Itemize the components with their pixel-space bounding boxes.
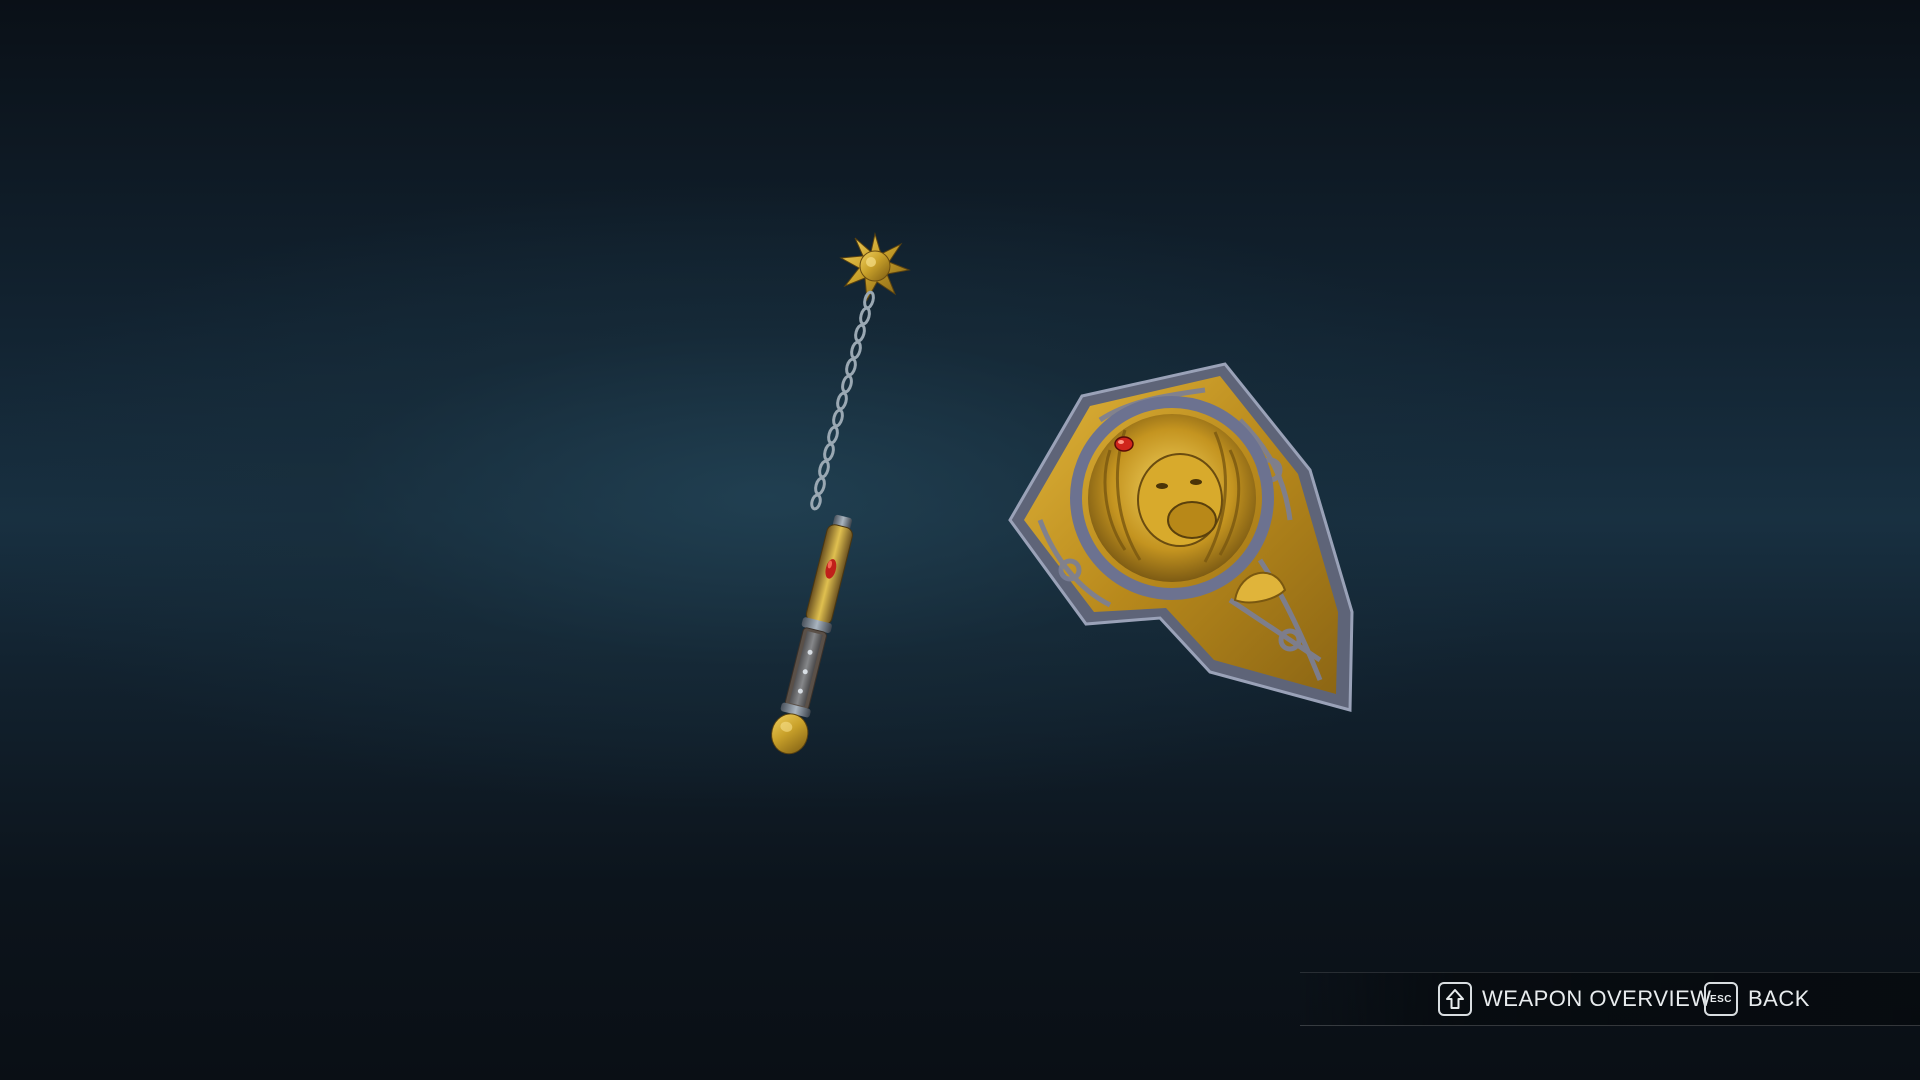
esc-key-label: ESC xyxy=(1709,993,1733,1005)
lion-shield-weapon xyxy=(1008,362,1354,712)
flail-weapon xyxy=(771,232,911,755)
flail-chain xyxy=(810,290,875,511)
shift-key-icon xyxy=(1438,982,1472,1016)
weapon-overview-label: WEAPON OVERVIEW xyxy=(1482,986,1712,1011)
back-label: BACK xyxy=(1748,986,1810,1011)
weapon-overview-button[interactable]: WEAPON OVERVIEW xyxy=(1438,973,1712,1025)
esc-key-icon: ESC xyxy=(1704,982,1738,1016)
flail-handle xyxy=(771,514,853,755)
flail-spiked-head xyxy=(839,232,911,302)
back-button[interactable]: ESC BACK xyxy=(1704,973,1810,1025)
weapon-showcase xyxy=(771,232,1354,755)
game-viewport: WEAPON OVERVIEW ESC BACK xyxy=(0,0,1920,1080)
shield-red-jewel xyxy=(1114,436,1134,452)
footer-prompt-bar: WEAPON OVERVIEW ESC BACK xyxy=(1300,972,1920,1026)
